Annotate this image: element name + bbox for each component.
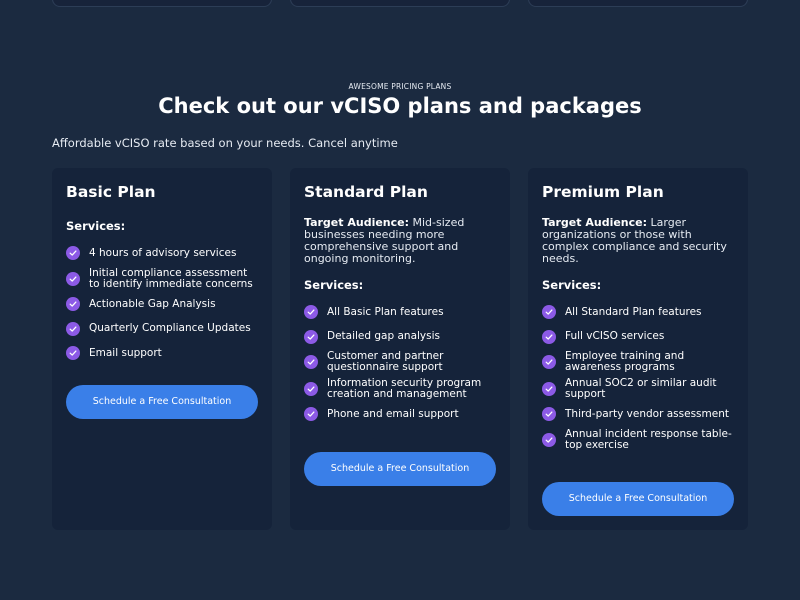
previous-card-3 [528,0,748,7]
check-icon [304,381,318,396]
feature-text: Full vCISO services [565,330,665,342]
plan-title: Premium Plan [542,183,664,201]
feature-item: Initial compliance assessment to identif… [66,266,258,290]
pricing-page: AWESOME PRICING PLANS Check out our vCIS… [0,0,800,600]
schedule-consultation-button[interactable]: Schedule a Free Consultation [66,385,258,419]
schedule-consultation-button[interactable]: Schedule a Free Consultation [304,452,496,486]
feature-text: Customer and partner questionnaire suppo… [327,350,444,373]
feature-item: All Standard Plan features [542,302,734,322]
plan-card-basic: Basic Plan Services: 4 hours of advisory… [52,168,272,530]
schedule-consultation-button[interactable]: Schedule a Free Consultation [542,482,734,516]
check-icon [542,432,556,447]
feature-text: Third-party vendor assessment [565,407,729,420]
check-icon [66,346,80,360]
section-subline: Affordable vCISO rate based on your need… [52,136,398,150]
feature-text: Annual SOC2 or similar audit support [565,376,717,400]
services-heading: Services: [542,278,602,292]
feature-text: Email support [89,346,162,359]
plan-card-premium: Premium Plan Target Audience: Larger org… [528,168,748,530]
feature-item: Actionable Gap Analysis [66,294,258,314]
feature-item: Employee training and awareness programs [542,351,734,373]
feature-text: Employee training and awareness programs [565,350,685,373]
feature-text: Information security program creation an… [327,376,482,400]
feature-item: Quarterly Compliance Updates [66,319,258,339]
section-eyebrow: AWESOME PRICING PLANS [348,82,452,91]
check-icon [304,329,318,344]
check-icon [542,305,556,319]
check-icon [304,355,318,369]
feature-item: Annual incident response table-top exerc… [542,427,734,451]
feature-item: Detailed gap analysis [304,327,496,347]
previous-card-1 [52,0,272,7]
feature-text: All Basic Plan features [327,305,444,318]
section-headline: Check out our vCISO plans and packages [158,94,642,118]
services-heading: Services: [304,278,364,292]
plan-card-standard: Standard Plan Target Audience: Mid-sized… [290,168,510,530]
feature-item: Full vCISO services [542,327,734,347]
feature-list: 4 hours of advisory services Initial com… [66,243,258,363]
feature-item: Annual SOC2 or similar audit support [542,376,734,400]
check-icon [542,355,556,369]
feature-list: All Standard Plan features Full vCISO se… [542,302,734,451]
target-audience: Target Audience: Larger organizations or… [542,217,734,265]
feature-item: Customer and partner questionnaire suppo… [304,351,496,373]
feature-text: Initial compliance assessment to identif… [89,266,253,290]
feature-item: Phone and email support [304,404,496,424]
target-audience: Target Audience: Mid-sized businesses ne… [304,217,496,265]
feature-item: 4 hours of advisory services [66,243,258,263]
check-icon [542,381,556,396]
feature-text: All Standard Plan features [565,305,702,318]
check-icon [542,407,556,421]
feature-text: 4 hours of advisory services [89,246,237,259]
feature-list: All Basic Plan features Detailed gap ana… [304,302,496,424]
feature-text: Annual incident response table-top exerc… [565,427,732,451]
feature-item: Email support [66,343,258,363]
check-icon [66,297,80,311]
services-heading: Services: [66,219,126,233]
feature-text: Quarterly Compliance Updates [89,322,251,334]
check-icon [304,305,318,319]
feature-text: Detailed gap analysis [327,330,441,342]
check-icon [304,407,318,421]
feature-text: Actionable Gap Analysis [89,297,216,310]
plan-title: Standard Plan [304,183,428,201]
feature-text: Phone and email support [327,407,459,420]
check-icon [66,271,80,286]
check-icon [66,246,80,260]
check-icon [66,321,80,336]
previous-card-2 [290,0,510,7]
feature-item: Third-party vendor assessment [542,404,734,424]
check-icon [542,329,556,344]
plan-title: Basic Plan [66,183,156,201]
feature-item: All Basic Plan features [304,302,496,322]
feature-item: Information security program creation an… [304,376,496,400]
